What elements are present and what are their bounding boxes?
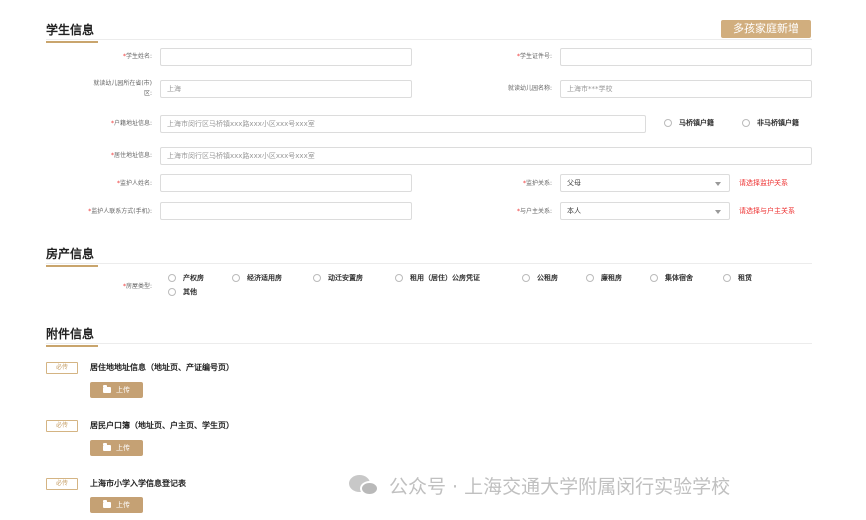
radio-circle-icon [522,274,530,282]
wechat-icon [349,473,381,499]
radio-circle-icon [723,274,731,282]
radio-circle-icon [664,119,672,127]
house-type-radio[interactable]: 租赁 [723,273,752,283]
residence-address-input[interactable]: 上海市闵行区马桥镇xxx路xxx小区xxx号xxx室 [160,147,812,165]
folder-icon [103,385,111,393]
radio-circle-icon [586,274,594,282]
wechat-watermark: 公众号 · 上海交通大学附属闵行实验学校 [349,472,730,499]
required-tag: 必传 [46,362,78,374]
upload-button[interactable]: 上传 [90,497,143,513]
head-relation-hint: 请选择与户主关系 [739,207,795,215]
student-id-input[interactable] [560,48,812,66]
property-section-title: 房产信息 [46,247,99,267]
guardian-relation-select[interactable]: 父母 [560,174,730,192]
hukou-address-input[interactable]: 上海市闵行区马桥镇xxx路xxx小区xxx号xxx室 [160,115,646,133]
radio-circle-icon [650,274,658,282]
house-type-radio[interactable]: 公租房 [522,273,558,283]
guardian-name-input[interactable] [160,174,412,192]
student-name-input[interactable] [160,48,412,66]
house-type-radio[interactable]: 经济适用房 [232,273,282,283]
kg-district-label: 就读幼儿园所在省(市)区: [93,80,152,97]
radio-circle-icon [395,274,403,282]
house-type-label: *房屋类型: [122,283,152,290]
guardian-name-label: *监护人姓名: [116,180,152,187]
upload-button[interactable]: 上传 [90,382,143,398]
non-maqiao-hukou-radio[interactable]: 非马桥镇户籍 [742,118,799,128]
upload-button[interactable]: 上传 [90,440,143,456]
radio-circle-icon [313,274,321,282]
required-tag: 必传 [46,420,78,432]
folder-icon [103,443,111,451]
house-type-radio[interactable]: 动迁安置房 [313,273,363,283]
guardian-relation-label: *监护关系: [522,180,552,187]
kg-name-label: 就读幼儿园名称: [507,85,552,92]
radio-circle-icon [168,274,176,282]
student-id-label: *学生证件号: [516,53,552,60]
watermark-text: 公众号 · 上海交通大学附属闵行实验学校 [389,476,731,498]
attachment-title: 上海市小学入学信息登记表 [90,479,186,488]
guardian-relation-hint: 请选择监护关系 [739,179,788,187]
house-type-radio[interactable]: 产权房 [168,273,204,283]
guardian-phone-input[interactable] [160,202,412,220]
folder-icon [103,500,111,508]
head-relation-label: *与户主关系: [516,208,552,215]
house-type-radio[interactable]: 廉租房 [586,273,622,283]
kg-district-input[interactable]: 上海 [160,80,412,98]
attachment-title: 居住地地址信息（地址页、产证编号页） [90,363,234,372]
attachments-section-title: 附件信息 [46,327,99,347]
residence-address-label: *居住地址信息: [110,152,152,159]
house-type-radio[interactable]: 其他 [168,287,197,297]
radio-circle-icon [232,274,240,282]
student-section-title: 学生信息 [46,23,99,43]
attachment-title: 居民户口簿（地址页、户主页、学生页） [90,421,234,430]
kg-name-input[interactable]: 上海市***学校 [560,80,812,98]
add-multi-child-button[interactable]: 多孩家庭新增 [721,20,811,38]
house-type-radio[interactable]: 集体宿舍 [650,273,693,283]
hukou-address-label: *户籍地址信息: [110,120,152,127]
radio-circle-icon [168,288,176,296]
house-type-radio[interactable]: 租用（居住）公房凭证 [395,273,480,283]
maqiao-hukou-radio[interactable]: 马桥镇户籍 [664,118,714,128]
required-tag: 必传 [46,478,78,490]
property-section-rule [46,263,812,264]
guardian-phone-label: *监护人联系方式(手机): [88,208,152,215]
attachments-section-rule [46,343,812,344]
student-section-rule [46,39,812,40]
student-name-label: *学生姓名: [122,53,152,60]
radio-circle-icon [742,119,750,127]
head-relation-select[interactable]: 本人 [560,202,730,220]
chevron-down-icon [715,210,721,214]
chevron-down-icon [715,182,721,186]
